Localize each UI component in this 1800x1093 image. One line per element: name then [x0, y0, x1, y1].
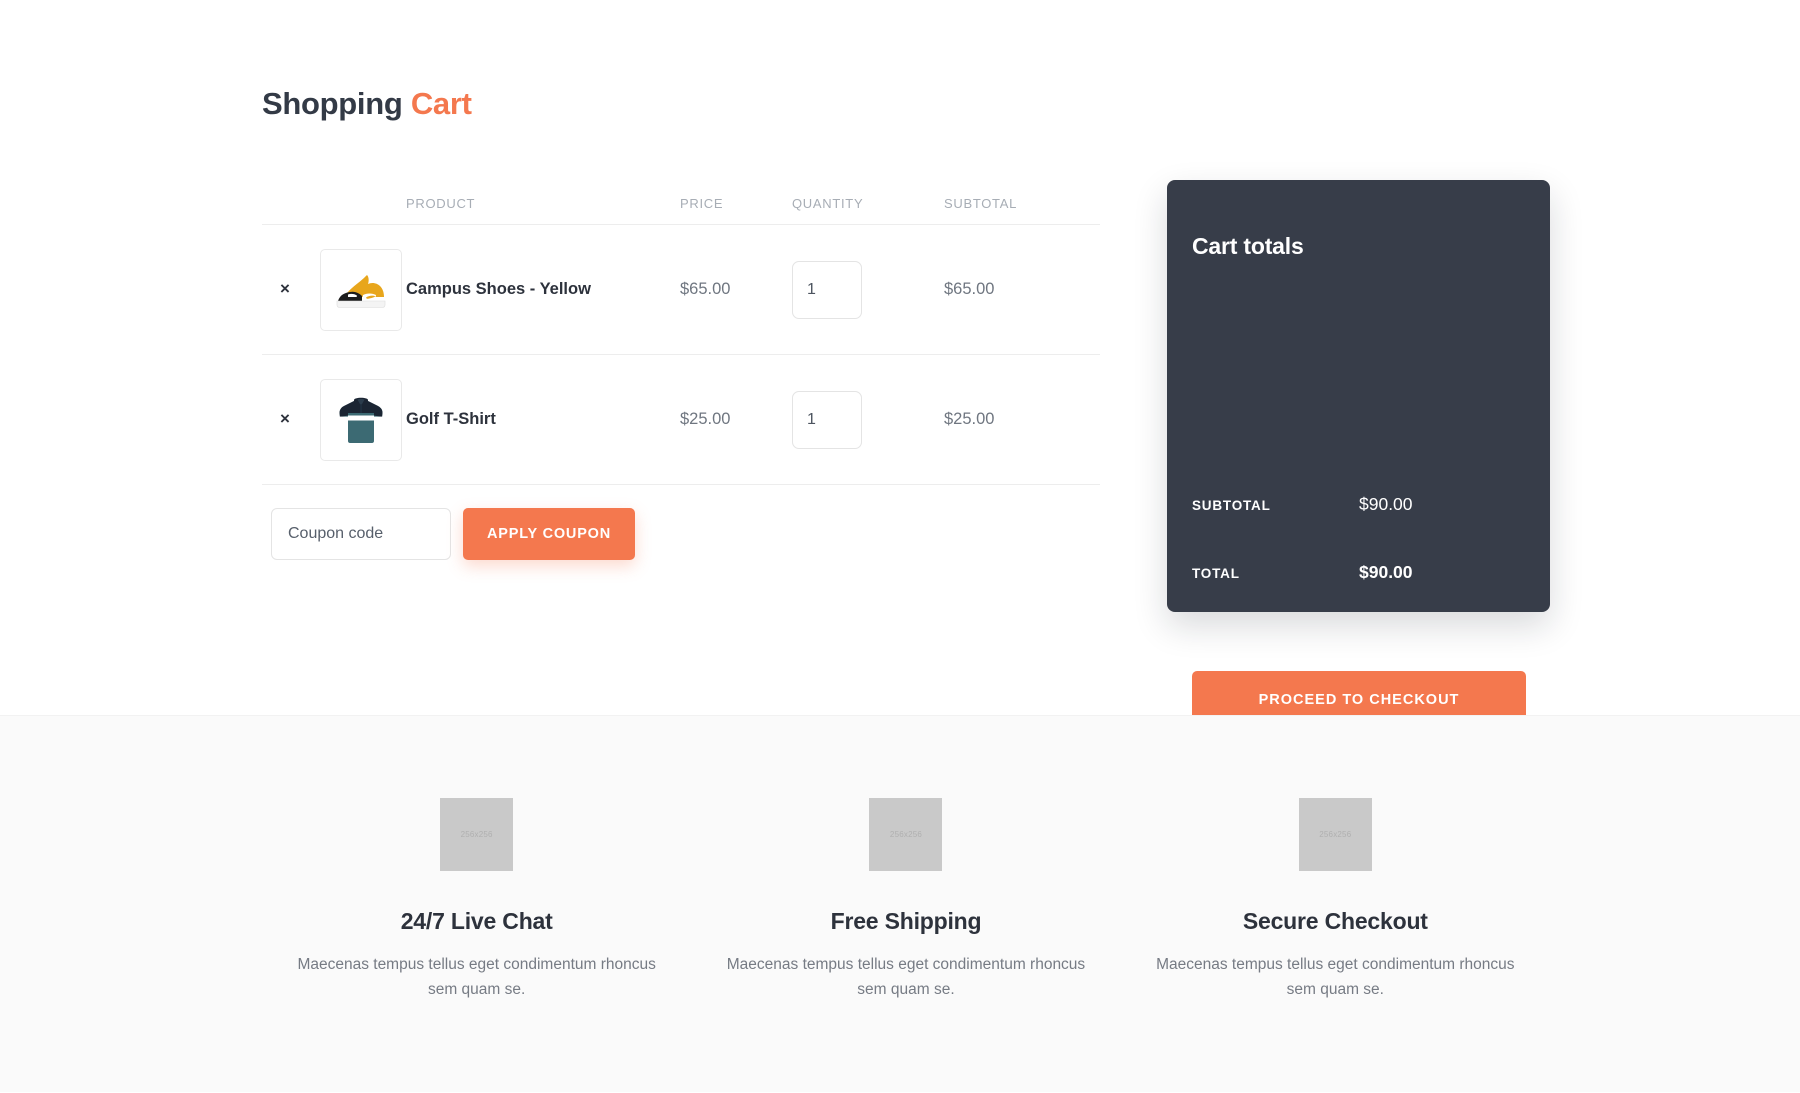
feature-title: 24/7 Live Chat [401, 908, 553, 935]
features-section: 256x256 24/7 Live Chat Maecenas tempus t… [0, 715, 1800, 1092]
total-label: TOTAL [1192, 566, 1359, 581]
feature-item: 256x256 24/7 Live Chat Maecenas tempus t… [262, 716, 691, 1093]
quantity-input[interactable] [792, 261, 862, 319]
cart-totals-title: Cart totals [1192, 233, 1304, 260]
sneaker-yellow-thumbnail[interactable] [320, 249, 402, 331]
product-thumbnail-cell [320, 379, 406, 461]
product-price: $25.00 [680, 410, 730, 428]
polo-shirt-teal-thumbnail[interactable] [320, 379, 402, 461]
product-quantity-cell [792, 261, 944, 319]
column-header-product: PRODUCT [406, 196, 680, 211]
feature-title: Secure Checkout [1243, 908, 1428, 935]
column-header-subtotal: SUBTOTAL [944, 196, 1100, 211]
remove-item-button[interactable]: × [280, 410, 290, 427]
product-name-cell: Campus Shoes - Yellow [406, 280, 680, 299]
feature-description: Maecenas tempus tellus eget condimentum … [721, 952, 1091, 1002]
quantity-input[interactable] [792, 391, 862, 449]
product-subtotal-cell: $25.00 [944, 410, 1100, 429]
cart-totals-total-row: TOTAL $90.00 [1192, 562, 1525, 583]
page-title-accent: Cart [411, 86, 472, 121]
table-row: × Golf T-Shirt [262, 355, 1100, 485]
feature-description: Maecenas tempus tellus eget condimentum … [1150, 952, 1520, 1002]
cart-totals-card: Cart totals SUBTOTAL $90.00 TOTAL $90.00… [1167, 180, 1550, 612]
features-grid: 256x256 24/7 Live Chat Maecenas tempus t… [262, 716, 1550, 1093]
cart-table: PRODUCT PRICE QUANTITY SUBTOTAL × [262, 182, 1100, 485]
feature-image-placeholder-icon: 256x256 [1299, 798, 1372, 871]
remove-item-cell: × [262, 280, 320, 299]
product-price-cell: $65.00 [680, 280, 792, 299]
product-thumbnail-cell [320, 249, 406, 331]
coupon-row: APPLY COUPON [271, 508, 635, 560]
product-subtotal: $65.00 [944, 280, 994, 298]
feature-title: Free Shipping [831, 908, 982, 935]
product-subtotal-cell: $65.00 [944, 280, 1100, 299]
remove-item-button[interactable]: × [280, 280, 290, 297]
feature-item: 256x256 Free Shipping Maecenas tempus te… [691, 716, 1120, 1093]
product-name[interactable]: Golf T-Shirt [406, 410, 496, 428]
remove-item-cell: × [262, 410, 320, 429]
product-price-cell: $25.00 [680, 410, 792, 429]
shopping-cart-section: Shopping Cart PRODUCT PRICE QUANTITY SUB… [0, 0, 1800, 715]
product-subtotal: $25.00 [944, 410, 994, 428]
page-title: Shopping Cart [262, 86, 472, 122]
product-price: $65.00 [680, 280, 730, 298]
column-header-price: PRICE [680, 196, 792, 211]
product-name[interactable]: Campus Shoes - Yellow [406, 280, 591, 298]
subtotal-label: SUBTOTAL [1192, 498, 1359, 513]
coupon-code-input[interactable] [271, 508, 451, 560]
table-row: × Campus Shoes - Yellow [262, 225, 1100, 355]
feature-item: 256x256 Secure Checkout Maecenas tempus … [1121, 716, 1550, 1093]
feature-description: Maecenas tempus tellus eget condimentum … [292, 952, 662, 1002]
feature-image-placeholder-icon: 256x256 [869, 798, 942, 871]
total-value: $90.00 [1359, 562, 1413, 583]
cart-totals-subtotal-row: SUBTOTAL $90.00 [1192, 494, 1525, 515]
page-title-main: Shopping [262, 86, 403, 121]
product-quantity-cell [792, 391, 944, 449]
subtotal-value: $90.00 [1359, 494, 1413, 515]
apply-coupon-button[interactable]: APPLY COUPON [463, 508, 635, 560]
column-header-quantity: QUANTITY [792, 196, 944, 211]
feature-image-placeholder-icon: 256x256 [440, 798, 513, 871]
product-name-cell: Golf T-Shirt [406, 410, 680, 429]
cart-table-header-row: PRODUCT PRICE QUANTITY SUBTOTAL [262, 182, 1100, 225]
